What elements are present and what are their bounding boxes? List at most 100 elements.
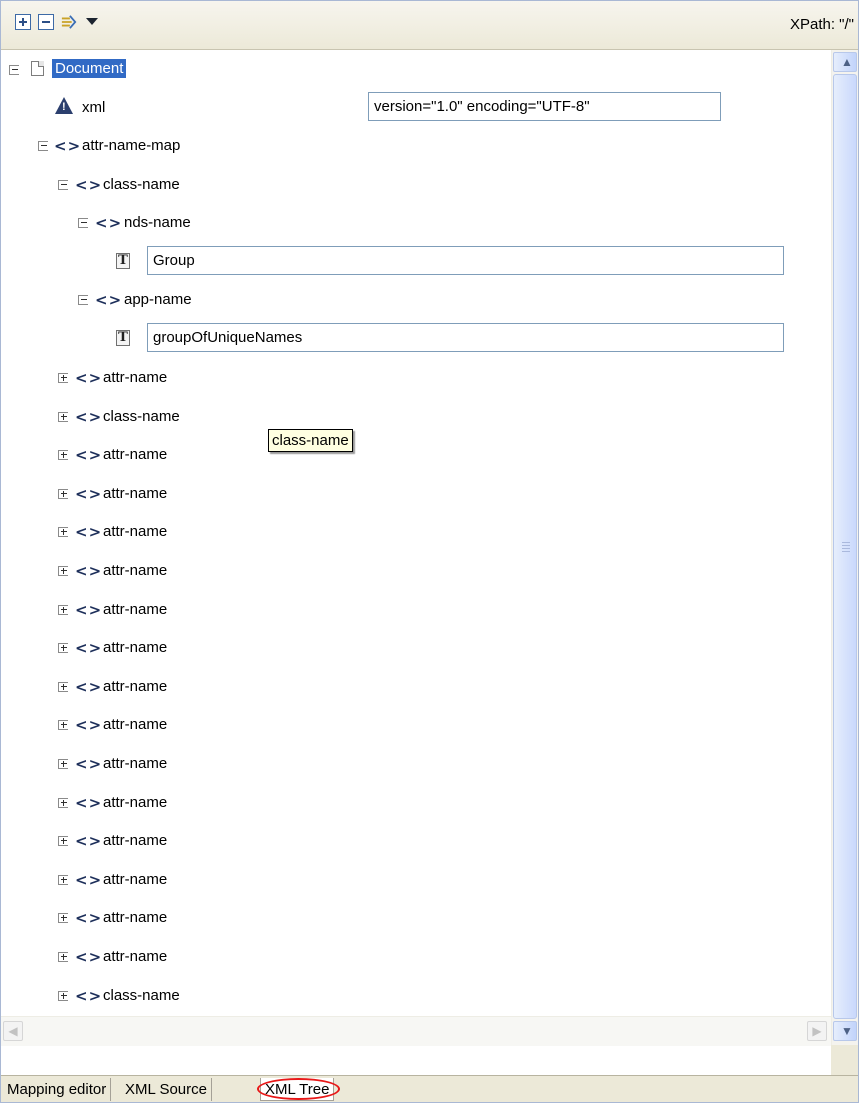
tree-node-class-name[interactable]: <> class-name	[1, 978, 831, 1016]
chevron-down-icon: ▼	[841, 1024, 853, 1038]
collapse-toggle-icon[interactable]	[58, 180, 68, 190]
tree-node-attr-name[interactable]: <> attr-name	[1, 785, 831, 823]
expand-toggle-icon[interactable]	[58, 874, 68, 885]
tree-node-label: class-name	[103, 407, 180, 425]
tree-node-label: attr-name	[103, 755, 168, 772]
tree-node-label[interactable]: Document	[52, 59, 127, 78]
scroll-up-button[interactable]: ▲	[833, 52, 857, 72]
expand-toggle-icon[interactable]	[58, 681, 68, 692]
tree-node-label: attr-name	[103, 600, 168, 618]
element-icon: <>	[75, 639, 103, 658]
scroll-left-button[interactable]: ◀	[3, 1021, 23, 1041]
collapse-toggle-icon[interactable]	[38, 141, 48, 151]
tree-node-label: class-name	[103, 986, 180, 1004]
element-icon: <>	[75, 948, 103, 966]
tree-node-attr-name[interactable]: <> attr-name	[1, 746, 831, 784]
tree-node-label: attr-name	[103, 369, 168, 386]
document-icon	[31, 61, 44, 76]
tree-node-label: attr-name	[103, 446, 168, 464]
element-icon: <>	[75, 600, 103, 619]
horizontal-scrollbar[interactable]: ◀ ▶	[1, 1016, 831, 1046]
element-icon: <>	[75, 369, 103, 387]
expand-toggle-icon[interactable]	[58, 913, 68, 924]
expand-toggle-icon[interactable]	[58, 643, 68, 654]
element-icon: <>	[75, 446, 103, 465]
tree-node-class-name[interactable]: <> class-name	[1, 399, 831, 437]
expand-all-icon[interactable]	[15, 14, 31, 30]
tree-node-label: nds-name	[124, 214, 191, 231]
expand-toggle-icon[interactable]	[58, 604, 68, 615]
collapse-all-icon[interactable]	[38, 14, 54, 30]
tree-node-attr-name[interactable]: <> attr-name	[1, 360, 831, 398]
tree-node-nds-name[interactable]: <> nds-name	[1, 205, 831, 243]
expand-toggle-icon[interactable]	[58, 450, 68, 461]
scroll-right-button[interactable]: ▶	[807, 1021, 827, 1041]
tab-mapping-editor[interactable]: Mapping editor	[3, 1078, 112, 1101]
element-icon: <>	[75, 870, 103, 889]
element-icon: <>	[75, 755, 103, 773]
collapse-toggle-icon[interactable]	[9, 65, 19, 75]
expand-toggle-icon[interactable]	[58, 566, 68, 576]
tree-node-attr-name[interactable]: <> attr-name	[1, 669, 831, 707]
expand-toggle-icon[interactable]	[58, 952, 68, 962]
expand-toggle-icon[interactable]	[58, 411, 68, 422]
expand-toggle-icon[interactable]	[58, 527, 68, 538]
tree-node-text[interactable]: T Group	[1, 244, 831, 282]
tree-node-label: attr-name	[103, 909, 168, 927]
tree-node-label: attr-name	[103, 639, 168, 657]
tab-xml-tree[interactable]: XML Tree	[260, 1078, 335, 1101]
collapse-toggle-icon[interactable]	[78, 218, 88, 228]
link-with-editor-icon[interactable]	[61, 14, 77, 30]
tree-node-attr-name-map[interactable]: <> attr-name-map	[1, 128, 831, 166]
tab-xml-source[interactable]: XML Source	[121, 1078, 212, 1101]
tree-node-attr-name[interactable]: <> attr-name	[1, 592, 831, 630]
tree-node-label: attr-name	[103, 677, 168, 695]
chevron-left-icon: ◀	[8, 1024, 18, 1038]
xml-declaration-value-field[interactable]: version="1.0" encoding="UTF-8"	[368, 92, 721, 121]
expand-toggle-icon[interactable]	[58, 720, 68, 731]
tree-node-xml-declaration[interactable]: ! xml version="1.0" encoding="UTF-8"	[1, 90, 831, 128]
element-icon: <>	[54, 137, 82, 155]
tree-node-attr-name[interactable]: <> attr-name	[1, 514, 831, 552]
text-node-value-field[interactable]: groupOfUniqueNames	[147, 323, 784, 352]
tree-node-attr-name[interactable]: <> attr-name	[1, 823, 831, 861]
tree-node-attr-name[interactable]: <> attr-name	[1, 939, 831, 977]
element-icon: <>	[75, 562, 103, 580]
tree-node-app-name[interactable]: <> app-name	[1, 282, 831, 320]
text-node-value-field[interactable]: Group	[147, 246, 784, 275]
element-icon: <>	[75, 832, 103, 851]
element-icon: <>	[75, 716, 103, 735]
expand-toggle-icon[interactable]	[58, 836, 68, 847]
tree-node-label: attr-name	[103, 716, 168, 734]
tree-node-label: attr-name	[103, 523, 168, 541]
tree-node-attr-name[interactable]: <> attr-name	[1, 437, 831, 475]
tree-node-text[interactable]: T groupOfUniqueNames	[1, 321, 831, 359]
expand-toggle-icon[interactable]	[58, 488, 68, 499]
element-icon: <>	[95, 291, 123, 309]
tree-node-attr-name[interactable]: <> attr-name	[1, 630, 831, 668]
dropdown-menu-icon[interactable]	[86, 18, 98, 25]
tree-view[interactable]: Document ! xml version="1.0" encoding="U…	[1, 50, 831, 1016]
chevron-up-icon: ▲	[841, 55, 853, 69]
expand-toggle-icon[interactable]	[58, 797, 68, 808]
tree-node-attr-name[interactable]: <> attr-name	[1, 900, 831, 938]
tree-node-attr-name[interactable]: <> attr-name	[1, 707, 831, 745]
expand-toggle-icon[interactable]	[58, 759, 68, 769]
chevron-right-icon: ▶	[812, 1024, 822, 1038]
editor-tab-bar: Mapping editor XML Source XML Tree	[1, 1075, 858, 1102]
scrollbar-thumb[interactable]	[833, 74, 857, 1019]
xml-tree-editor: XPath: "/" Document ! xml version="1.0" …	[0, 0, 859, 1103]
vertical-scrollbar[interactable]: ▲ ▼	[831, 50, 858, 1045]
tree-node-attr-name[interactable]: <> attr-name	[1, 862, 831, 900]
tree-node-attr-name[interactable]: <> attr-name	[1, 476, 831, 514]
tree-node-label: attr-name	[103, 484, 168, 502]
toolbar: XPath: "/"	[1, 1, 858, 50]
tree-node-class-name[interactable]: <> class-name	[1, 167, 831, 205]
expand-toggle-icon[interactable]	[58, 990, 68, 1001]
scroll-down-button[interactable]: ▼	[833, 1021, 857, 1041]
tree-node-document[interactable]: Document	[1, 52, 831, 90]
expand-toggle-icon[interactable]	[58, 373, 68, 383]
tree-node-attr-name[interactable]: <> attr-name	[1, 553, 831, 591]
tree-node-label: attr-name-map	[82, 137, 181, 154]
collapse-toggle-icon[interactable]	[78, 295, 88, 305]
